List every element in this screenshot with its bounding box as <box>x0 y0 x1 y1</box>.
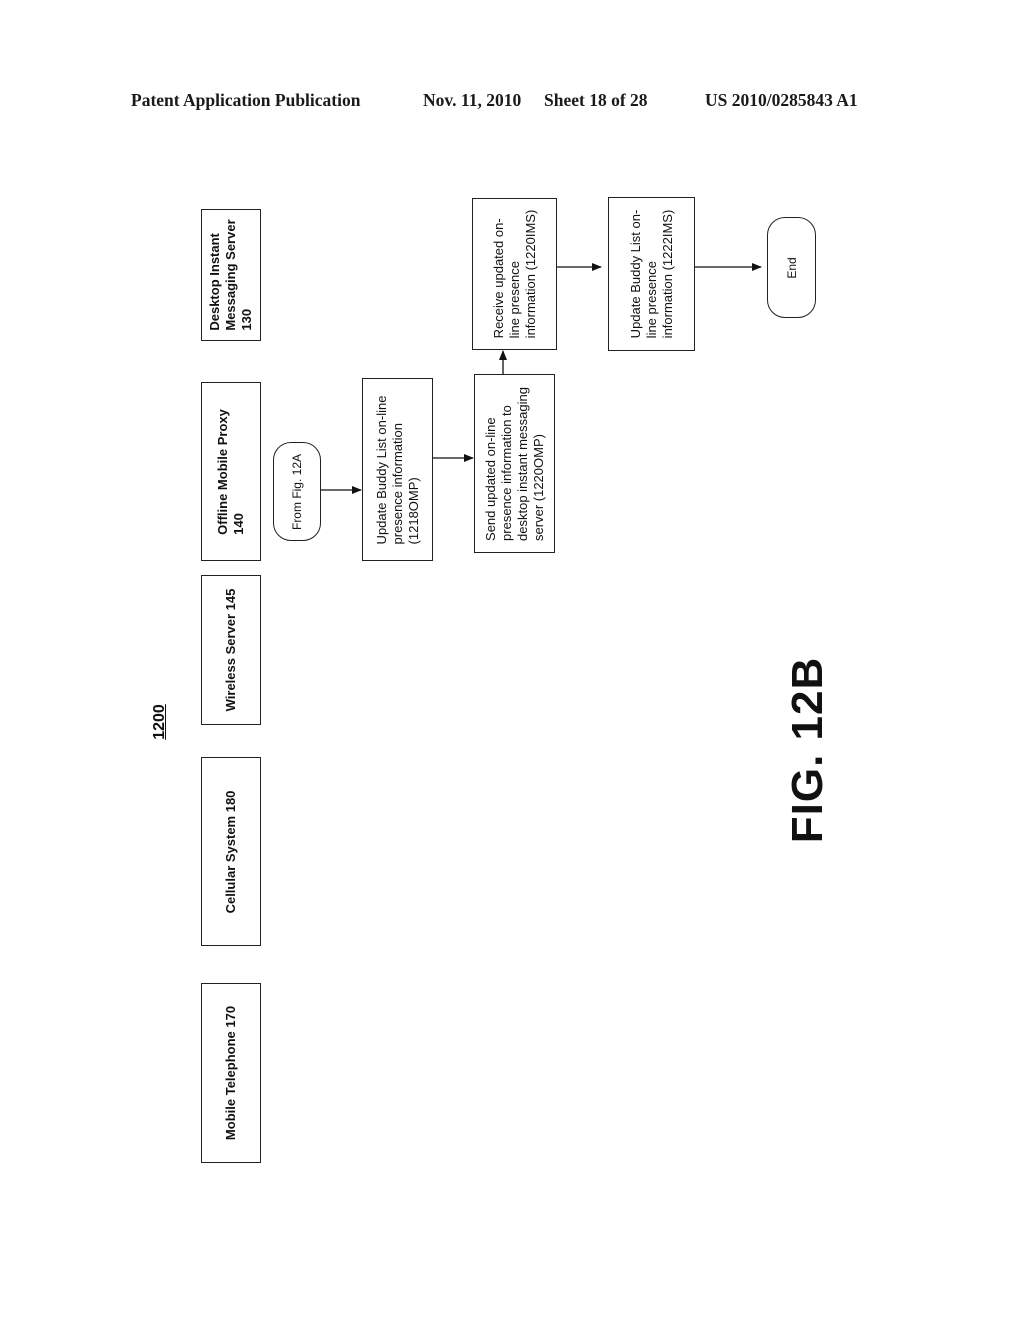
flow-arrows <box>321 263 762 494</box>
figure-caption: FIG. 12B <box>780 657 836 844</box>
figure-caption-text: FIG. 12B <box>783 656 832 844</box>
